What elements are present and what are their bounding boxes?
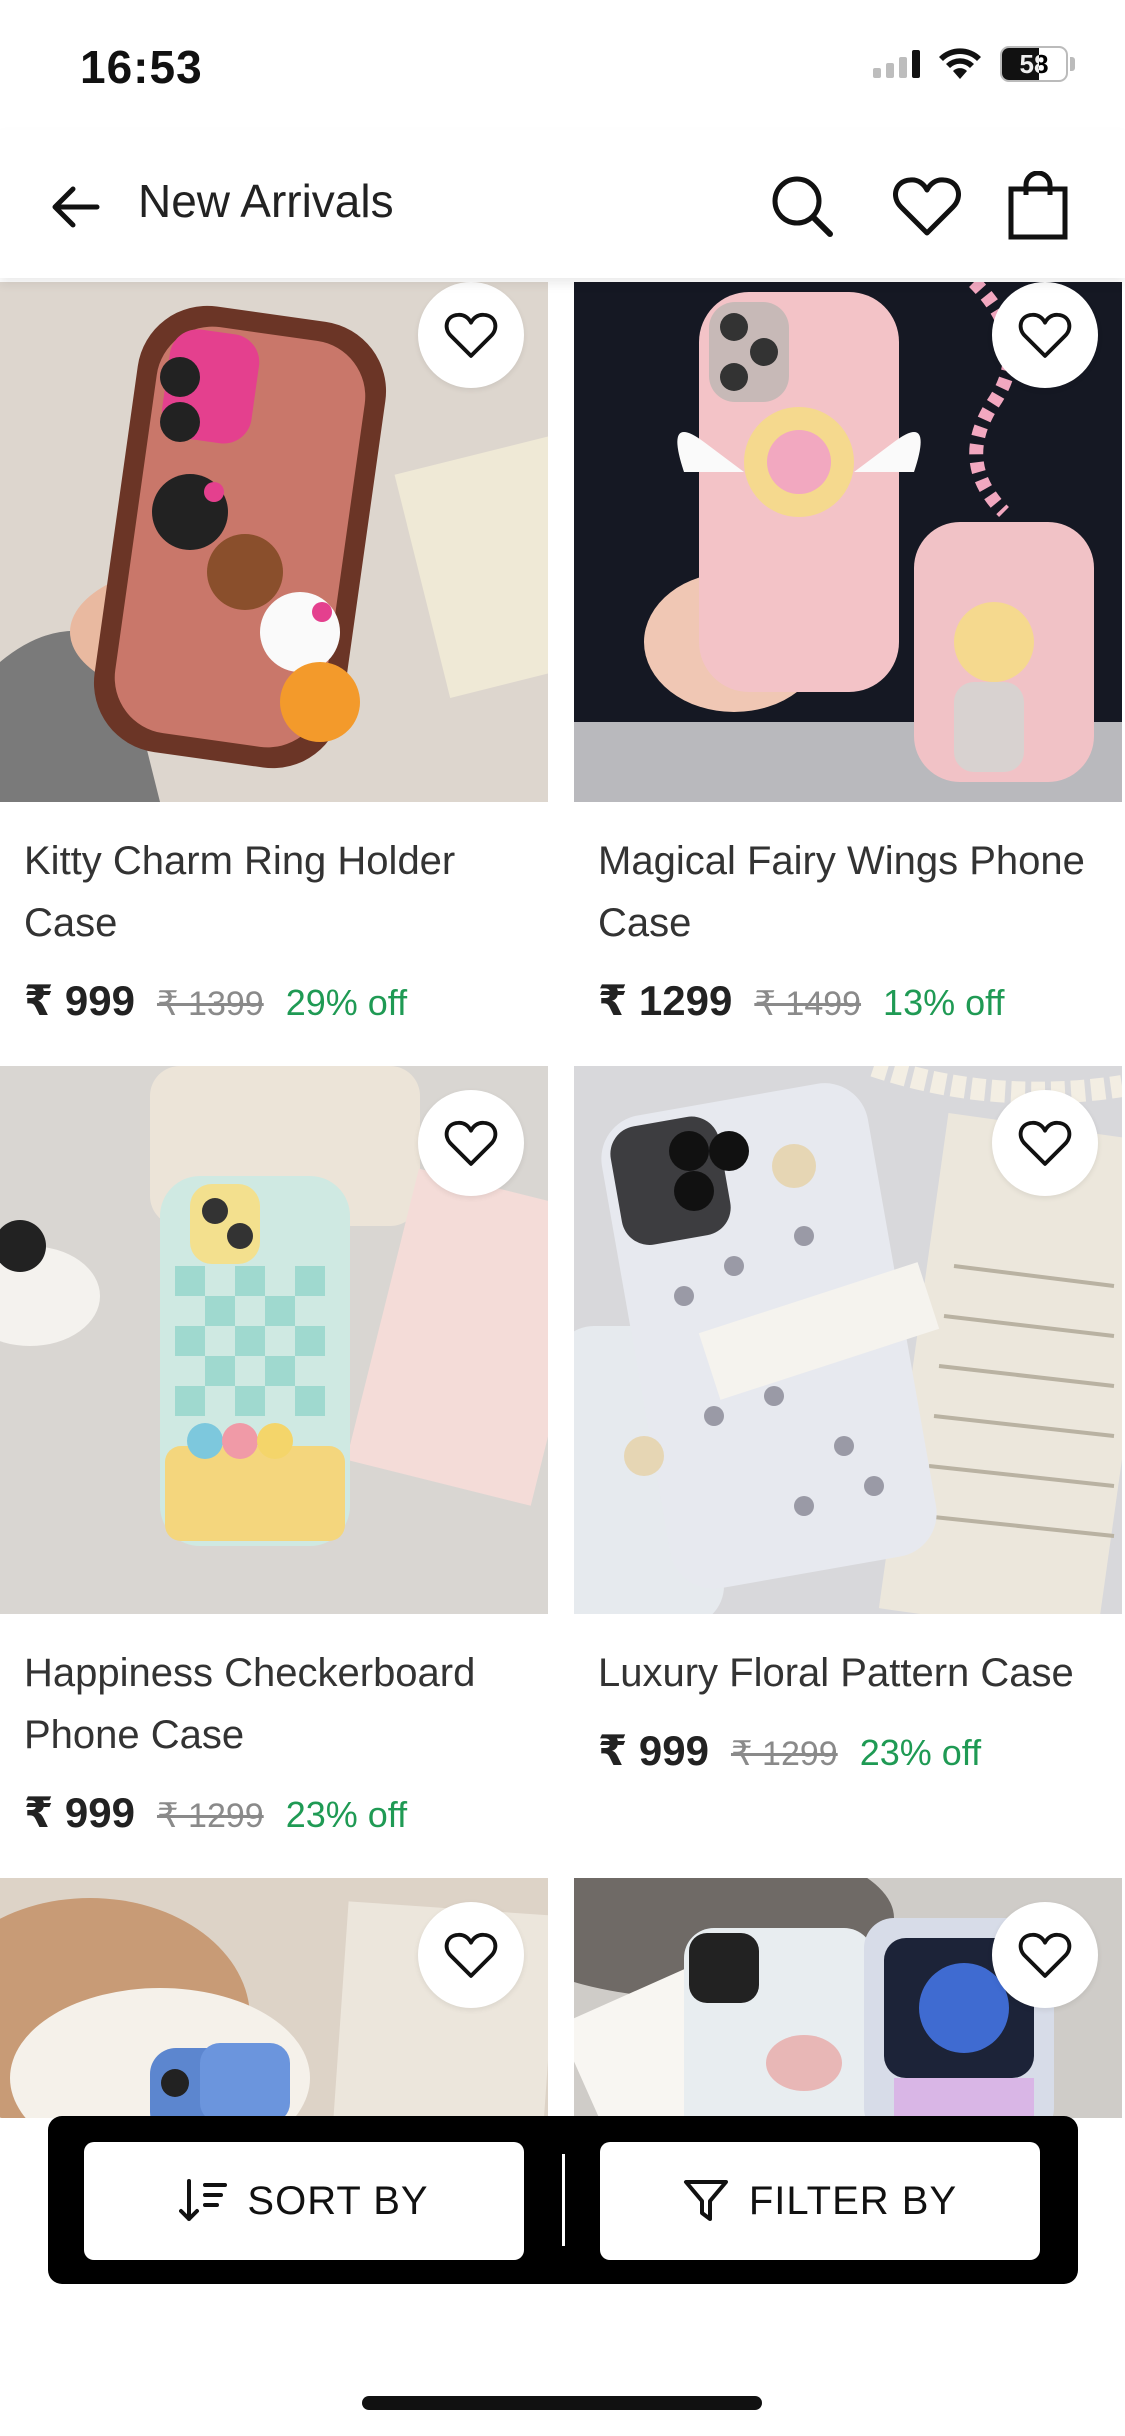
product-mrp: ₹ 1399 <box>156 985 264 1023</box>
wishlist-toggle[interactable] <box>418 282 524 388</box>
product-price: ₹ 999 <box>24 977 135 1024</box>
filter-funnel-icon <box>683 2180 728 2221</box>
back-button[interactable] <box>40 172 110 242</box>
product-mrp: ₹ 1299 <box>156 1797 264 1835</box>
product-mrp: ₹ 1499 <box>754 985 862 1023</box>
heart-outline-icon <box>1018 312 1072 358</box>
product-price: ₹ 999 <box>24 1789 135 1836</box>
product-name: Magical Fairy Wings Phone Case <box>598 839 1085 945</box>
heart-outline-icon <box>1018 1932 1072 1978</box>
top-app-bar: New Arrivals <box>0 130 1125 278</box>
search-button[interactable] <box>762 166 842 246</box>
price-row: ₹ 1299 ₹ 1499 13% off <box>598 976 1098 1025</box>
wishlist-toggle[interactable] <box>418 1902 524 2008</box>
battery-level: 58 <box>1019 48 1049 79</box>
heart-outline-icon <box>444 312 498 358</box>
sort-icon <box>179 2179 228 2221</box>
product-card[interactable]: Magical Fairy Wings Phone Case ₹ 1299 ₹ … <box>574 282 1122 1025</box>
product-card[interactable]: Kitty Charm Ring Holder Case ₹ 999 ₹ 139… <box>0 282 548 1025</box>
wishlist-toggle[interactable] <box>992 1090 1098 1196</box>
product-image[interactable] <box>574 1066 1122 1614</box>
wifi-icon <box>939 48 981 79</box>
heart-outline-icon <box>444 1120 498 1166</box>
product-discount: 23% off <box>285 1794 408 1835</box>
product-discount: 13% off <box>883 982 1005 1023</box>
wishlist-toggle[interactable] <box>418 1090 524 1196</box>
home-indicator[interactable] <box>362 2396 762 2410</box>
price-row: ₹ 999 ₹ 1299 23% off <box>598 1726 1098 1775</box>
signal-icon <box>873 50 920 78</box>
heart-outline-icon <box>1018 1120 1072 1166</box>
product-discount: 29% off <box>285 982 408 1023</box>
status-icons: 58 <box>873 46 1075 82</box>
product-name: Kitty Charm Ring Holder Case <box>24 839 456 945</box>
wishlist-toggle[interactable] <box>992 1902 1098 2008</box>
wishlist-button[interactable] <box>887 166 967 246</box>
product-image[interactable] <box>0 1878 548 2118</box>
price-row: ₹ 999 ₹ 1399 29% off <box>24 976 524 1025</box>
heart-icon <box>893 177 961 236</box>
product-image[interactable] <box>0 282 548 802</box>
status-time: 16:53 <box>80 41 203 93</box>
product-card[interactable] <box>574 1878 1122 2118</box>
filter-button[interactable]: FILTER BY <box>600 2142 1040 2260</box>
sort-button[interactable]: SORT BY <box>84 2142 524 2260</box>
price-row: ₹ 999 ₹ 1299 23% off <box>24 1788 524 1837</box>
product-image[interactable] <box>574 1878 1122 2118</box>
status-bar: 16:53 58 <box>0 0 1125 130</box>
sort-filter-bar: SORT BY FILTER BY <box>48 2116 1078 2284</box>
wishlist-toggle[interactable] <box>992 282 1098 388</box>
product-price: ₹ 999 <box>598 1727 709 1774</box>
product-price: ₹ 1299 <box>598 977 733 1024</box>
product-card[interactable]: Luxury Floral Pattern Case ₹ 999 ₹ 1299 … <box>574 1066 1122 1775</box>
product-name: Luxury Floral Pattern Case <box>598 1651 1074 1695</box>
product-mrp: ₹ 1299 <box>730 1735 838 1773</box>
shopping-bag-icon <box>1008 171 1068 240</box>
product-card[interactable] <box>0 1878 548 2118</box>
product-card[interactable]: Happiness Checkerboard Phone Case ₹ 999 … <box>0 1066 548 1837</box>
back-arrow-icon <box>52 186 100 228</box>
product-discount: 23% off <box>859 1732 982 1773</box>
filter-label: FILTER BY <box>748 2178 958 2223</box>
divider <box>562 2154 565 2246</box>
search-icon <box>772 176 833 237</box>
product-image[interactable] <box>0 1066 548 1614</box>
page-title: New Arrivals <box>138 175 394 227</box>
sort-label: SORT BY <box>247 2178 429 2223</box>
cart-button[interactable] <box>998 166 1078 246</box>
product-image[interactable] <box>574 282 1122 802</box>
heart-outline-icon <box>444 1932 498 1978</box>
battery-icon: 58 <box>1000 46 1068 82</box>
product-name: Happiness Checkerboard Phone Case <box>24 1651 476 1757</box>
